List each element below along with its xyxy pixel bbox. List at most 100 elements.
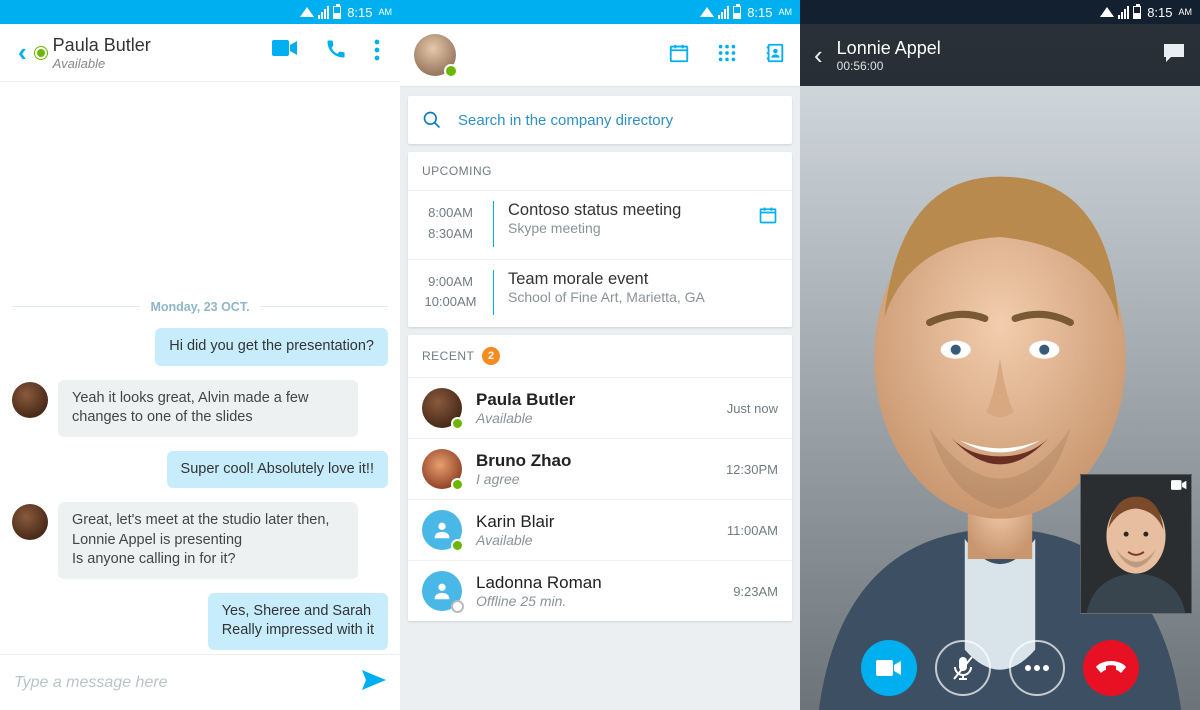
contact-time: 12:30PM <box>726 462 778 477</box>
wifi-icon <box>700 7 714 17</box>
contact-status: Available <box>476 532 713 548</box>
contact-item[interactable]: Bruno ZhaoI agree 12:30PM <box>408 438 792 499</box>
wifi-icon <box>1100 7 1114 17</box>
my-avatar[interactable] <box>414 34 456 76</box>
remote-video <box>800 86 1200 710</box>
video-area <box>800 86 1200 710</box>
contact-name: Paula Butler <box>476 390 713 410</box>
home-header <box>400 24 800 86</box>
message-row: Yeah it looks great, Alvin made a few ch… <box>12 380 388 437</box>
call-contact-name: Lonnie Appel <box>837 38 941 59</box>
status-bar: 8:15 AM <box>0 0 400 24</box>
contact-name: Paula Butler <box>53 35 272 56</box>
battery-icon <box>733 6 741 19</box>
avatar <box>422 449 462 489</box>
contact-time: 11:00AM <box>727 523 778 538</box>
presence-icon <box>444 64 458 78</box>
back-button[interactable]: ‹ <box>814 40 823 71</box>
message-input[interactable] <box>14 674 362 692</box>
back-button[interactable]: ‹ <box>10 37 35 68</box>
search-bar[interactable] <box>408 96 792 144</box>
contact-item[interactable]: Karin BlairAvailable 11:00AM <box>408 499 792 560</box>
message-row: Great, let's meet at the studio later th… <box>12 502 388 579</box>
message-bubble[interactable]: Yeah it looks great, Alvin made a few ch… <box>58 380 358 437</box>
more-icon[interactable] <box>374 39 380 66</box>
contacts-icon[interactable] <box>764 42 786 69</box>
signal-icon <box>718 6 729 19</box>
contact-status: Available <box>53 56 272 71</box>
self-view[interactable] <box>1080 474 1192 614</box>
upcoming-section: UPCOMING 8:00AM8:30AM Contoso status mee… <box>408 152 792 327</box>
message-row: Yes, Sheree and Sarah Really impressed w… <box>12 593 388 650</box>
contact-status: Offline 25 min. <box>476 593 719 609</box>
mute-button[interactable] <box>935 640 991 696</box>
section-title: RECENT 2 <box>408 335 792 377</box>
unread-badge: 2 <box>482 347 500 365</box>
contact-name: Bruno Zhao <box>476 451 712 471</box>
event-item[interactable]: 9:00AM10:00AM Team morale event School o… <box>408 259 792 328</box>
call-duration: 00:56:00 <box>837 59 941 73</box>
audio-call-icon[interactable] <box>326 39 346 66</box>
message-row: Super cool! Absolutely love it!! <box>12 451 388 489</box>
chat-icon[interactable] <box>1162 42 1186 69</box>
status-ampm: AM <box>1179 7 1193 17</box>
message-bubble[interactable]: Hi did you get the presentation? <box>155 328 388 366</box>
call-controls <box>800 640 1200 696</box>
end-call-button[interactable] <box>1083 640 1139 696</box>
recent-section: RECENT 2 Paula ButlerAvailable Just now … <box>408 335 792 621</box>
video-call-icon[interactable] <box>272 39 298 66</box>
video-toggle-button[interactable] <box>861 640 917 696</box>
contact-status: I agree <box>476 471 712 487</box>
contact-status: Available <box>476 410 713 426</box>
chat-screen: 8:15 AM ‹ Paula Butler Available Monday,… <box>0 0 400 710</box>
contact-time: 9:23AM <box>733 584 778 599</box>
presence-icon <box>451 417 464 430</box>
avatar <box>12 504 48 540</box>
contact-time: Just now <box>727 401 778 416</box>
message-bubble[interactable]: Yes, Sheree and Sarah Really impressed w… <box>208 593 388 650</box>
message-bubble[interactable]: Super cool! Absolutely love it!! <box>167 451 388 489</box>
event-title: Team morale event <box>508 270 778 289</box>
battery-icon <box>1133 6 1141 19</box>
message-row: Hi did you get the presentation? <box>12 328 388 366</box>
avatar <box>422 388 462 428</box>
status-bar: 8:15 AM <box>800 0 1200 24</box>
presence-icon <box>451 600 464 613</box>
chat-header: ‹ Paula Butler Available <box>0 24 400 82</box>
presence-icon <box>35 47 47 59</box>
search-input[interactable] <box>458 112 778 129</box>
event-subtitle: Skype meeting <box>508 220 758 236</box>
call-screen: 8:15 AM ‹ Lonnie Appel 00:56:00 <box>800 0 1200 710</box>
chat-body: Monday, 23 OCT. Hi did you get the prese… <box>0 82 400 654</box>
signal-icon <box>318 6 329 19</box>
status-time: 8:15 <box>1147 5 1172 20</box>
calendar-icon[interactable] <box>668 42 690 69</box>
call-header: ‹ Lonnie Appel 00:56:00 <box>800 24 1200 86</box>
event-times: 9:00AM10:00AM <box>408 270 494 316</box>
event-title: Contoso status meeting <box>508 201 758 220</box>
contact-item[interactable]: Ladonna RomanOffline 25 min. 9:23AM <box>408 560 792 621</box>
event-item[interactable]: 8:00AM8:30AM Contoso status meeting Skyp… <box>408 190 792 259</box>
status-ampm: AM <box>779 7 793 17</box>
avatar <box>422 571 462 611</box>
date-divider: Monday, 23 OCT. <box>12 300 388 314</box>
event-subtitle: School of Fine Art, Marietta, GA <box>508 289 778 305</box>
contact-name: Karin Blair <box>476 512 713 532</box>
wifi-icon <box>300 7 314 17</box>
search-icon <box>422 110 442 130</box>
contact-item[interactable]: Paula ButlerAvailable Just now <box>408 377 792 438</box>
presence-icon <box>451 478 464 491</box>
meeting-icon <box>758 201 778 247</box>
send-icon[interactable] <box>362 670 386 695</box>
message-bubble[interactable]: Great, let's meet at the studio later th… <box>58 502 358 579</box>
switch-camera-icon <box>1171 479 1187 491</box>
dialpad-icon[interactable] <box>716 42 738 69</box>
more-options-button[interactable] <box>1009 640 1065 696</box>
status-bar: 8:15 AM <box>400 0 800 24</box>
signal-icon <box>1118 6 1129 19</box>
presence-icon <box>451 539 464 552</box>
status-time: 8:15 <box>747 5 772 20</box>
section-title: UPCOMING <box>408 152 792 190</box>
avatar <box>422 510 462 550</box>
status-ampm: AM <box>379 7 393 17</box>
